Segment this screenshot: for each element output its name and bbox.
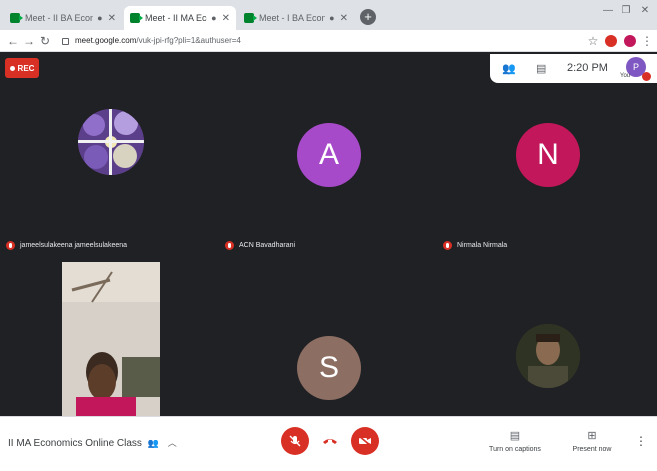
url-host: meet.google.com [75, 36, 137, 45]
close-tab-icon[interactable]: ✕ [108, 13, 116, 24]
mic-off-icon [6, 241, 15, 250]
url-path: /vuk-jpi-rfg?pli=1&authuser=4 [136, 36, 241, 45]
back-icon[interactable]: ← [6, 33, 20, 49]
close-window-icon[interactable]: ✕ [637, 5, 653, 17]
profile-icon[interactable] [624, 35, 636, 47]
self-label: You [620, 73, 631, 79]
menu-icon[interactable]: ⋮ [640, 33, 654, 49]
participant-video [62, 262, 160, 416]
meet-icon [244, 13, 257, 23]
people-icon[interactable]: 👥 [502, 62, 516, 75]
hang-up-icon [323, 439, 337, 444]
present-icon: ⊞ [587, 430, 597, 442]
leave-call-button[interactable] [316, 427, 344, 455]
recording-dot-icon: ● [211, 13, 217, 23]
participant-name-text: Nirmala Nirmala [457, 242, 508, 249]
mic-off-icon [289, 435, 301, 447]
meet-icon [10, 13, 23, 23]
participant-name: jameelsulakeena jameelsulakeena [6, 241, 127, 250]
browser-tab[interactable]: Meet - II BA Economics Onl ● ✕ [4, 6, 122, 30]
mic-off-icon [443, 241, 452, 250]
browser-tab-active[interactable]: Meet - II MA Economics Onl ● ✕ [124, 6, 236, 30]
participant-name: ACN Bavadharani [225, 241, 295, 250]
participant-avatar: A [297, 123, 361, 187]
forward-icon[interactable]: → [22, 33, 36, 49]
meeting-name-text: II MA Economics Online Class [8, 438, 142, 449]
participant-avatar: N [516, 123, 580, 187]
lock-icon [62, 37, 69, 45]
meeting-clock: 2:20 PM [567, 62, 608, 74]
screen: Meet - II BA Economics Onl ● ✕ Meet - II… [0, 0, 657, 471]
browser-tab-strip: Meet - II BA Economics Onl ● ✕ Meet - II… [0, 0, 657, 30]
close-tab-icon[interactable]: ✕ [340, 13, 348, 24]
portrait-photo [516, 324, 580, 388]
participant-photo-avatar [516, 324, 580, 388]
meeting-stage: REC 👥 ▤ 2:20 PM P You jameelsulakeena ja… [0, 52, 657, 416]
more-options-icon[interactable]: ⋮ [634, 434, 648, 448]
present-now-button[interactable]: ⊞ Present now [566, 429, 618, 453]
record-dot-icon [9, 65, 15, 71]
reload-icon[interactable]: ↻ [38, 33, 52, 49]
video-frame [62, 262, 160, 416]
tab-title: Meet - II MA Economics Onl [145, 13, 207, 23]
participant-name-text: ACN Bavadharani [239, 242, 296, 249]
participant-name: Nirmala Nirmala [443, 241, 507, 250]
maximize-icon[interactable]: ❐ [618, 5, 634, 17]
present-label: Present now [572, 446, 612, 453]
chat-icon[interactable]: ▤ [536, 62, 546, 75]
close-tab-icon[interactable]: ✕ [222, 13, 230, 24]
participant-name-text: jameelsulakeena jameelsulakeena [20, 242, 128, 249]
address-bar[interactable]: meet.google.com /vuk-jpi-rfg?pli=1&authu… [62, 33, 572, 49]
participant-avatar: S [297, 336, 361, 400]
flower-photo [78, 109, 144, 175]
recording-dot-icon: ● [97, 13, 103, 23]
recording-badge: REC [5, 58, 39, 78]
participant-photo-avatar [78, 109, 144, 175]
browser-toolbar: ← → ↻ meet.google.com /vuk-jpi-rfg?pli=1… [0, 30, 657, 52]
captions-icon: ▤ [509, 430, 521, 442]
extension-icon[interactable] [605, 35, 617, 47]
meeting-controls-bar: II MA Economics Online Class 👥 ︿ ▤ Turn … [0, 416, 657, 471]
mic-off-icon [225, 241, 234, 250]
new-tab-button[interactable]: + [360, 9, 376, 25]
star-icon[interactable]: ☆ [586, 33, 600, 49]
captions-button[interactable]: ▤ Turn on captions [484, 429, 546, 453]
meet-icon [130, 13, 143, 23]
people-icon: 👥 [147, 438, 159, 448]
tab-title: Meet - I BA Economics Onl [259, 13, 326, 23]
top-right-panel: 👥 ▤ 2:20 PM P You [490, 54, 657, 83]
camera-off-icon [358, 435, 372, 447]
chevron-up-icon: ︿ [167, 438, 177, 448]
captions-label: Turn on captions [489, 446, 541, 453]
rec-label: REC [17, 63, 35, 73]
meeting-details[interactable]: II MA Economics Online Class 👥 ︿ [8, 436, 177, 449]
browser-tab[interactable]: Meet - I BA Economics Onl ● ✕ [238, 6, 354, 30]
mic-off-badge-icon [642, 72, 651, 81]
minimize-icon[interactable]: — [600, 5, 616, 17]
tab-title: Meet - II BA Economics Onl [25, 13, 94, 23]
recording-dot-icon: ● [329, 13, 335, 23]
mic-toggle-button[interactable] [281, 427, 309, 455]
camera-toggle-button[interactable] [351, 427, 379, 455]
